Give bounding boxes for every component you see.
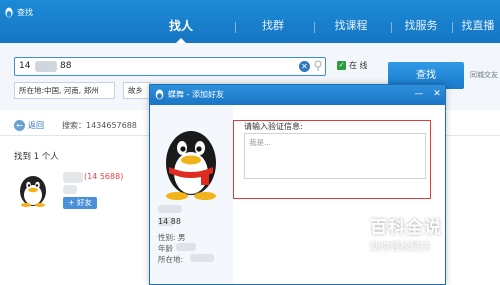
keyword-suffix: 88: [60, 61, 72, 71]
location-value: 所在地:中国, 河南, 郑州: [19, 86, 99, 95]
keyword-blur: [35, 61, 57, 72]
verify-message-value: 我是...: [249, 138, 272, 147]
back-label: 返回: [28, 121, 44, 130]
dialog-nickname-blur: [158, 205, 182, 213]
add-friend-button[interactable]: + 好友: [63, 197, 97, 209]
find-button-label: 查找: [416, 70, 436, 81]
penguin-avatar: [166, 131, 216, 200]
same-city-link[interactable]: 同城交友: [470, 70, 498, 80]
same-city-label: 同城交友: [470, 71, 498, 79]
location-info: 所在地:: [158, 255, 184, 264]
tab-divider: [452, 22, 453, 33]
result-count: 找到 1 个人: [14, 152, 59, 162]
profile-panel: 14 88 性别: 男 年龄 所在地:: [150, 105, 233, 284]
dialog-account: 14 88: [158, 217, 181, 226]
result-nickname-blur: [63, 172, 83, 183]
back-button[interactable]: ← 返回: [14, 120, 44, 131]
age-info: 年龄: [158, 244, 173, 253]
watermark-title: 百科全说: [370, 218, 442, 238]
age-blur: [176, 243, 196, 251]
tab-label: 找服务: [404, 19, 438, 32]
tab-find-people[interactable]: 找人: [163, 14, 199, 43]
online-checkbox[interactable]: ✓ 在 线: [337, 60, 368, 71]
dialog-title: 蝶舞 - 添加好友: [168, 90, 224, 99]
tab-label: 找直播: [461, 19, 495, 32]
tab-label: 找群: [262, 19, 284, 32]
qq-penguin-icon: [155, 89, 164, 100]
location-blur: [190, 254, 214, 262]
hometown-value: 故乡: [128, 86, 143, 95]
verify-section: 请输入验证信息: 我是...: [233, 120, 431, 199]
tab-find-groups[interactable]: 找群: [257, 14, 289, 43]
tab-find-courses[interactable]: 找课程: [329, 14, 373, 43]
verify-label: 请输入验证信息:: [244, 122, 303, 131]
penguin-avatar[interactable]: [14, 170, 52, 208]
tab-label: 找人: [168, 19, 193, 33]
tab-divider: [235, 22, 236, 33]
tab-divider: [314, 22, 315, 33]
add-friend-dialog: 蝶舞 - 添加好友 — ✕ 14 88 性别: 男 年龄 所在地: 请输入验证信…: [149, 84, 446, 285]
tab-find-services[interactable]: 找服务: [399, 14, 443, 43]
tab-label: 找课程: [334, 19, 368, 32]
result-account: (14 5688): [84, 172, 124, 181]
online-label: 在 线: [349, 61, 368, 70]
result-info-blur: [63, 185, 77, 194]
location-select[interactable]: 所在地:中国, 河南, 郑州: [14, 82, 115, 99]
app-title-label: 查找: [17, 7, 33, 17]
gender-info: 性别: 男: [158, 233, 186, 242]
check-icon: ✓: [337, 61, 346, 70]
app-title: 查找: [4, 4, 33, 20]
minimize-button[interactable]: —: [412, 87, 426, 102]
dialog-titlebar[interactable]: 蝶舞 - 添加好友 — ✕: [150, 85, 445, 105]
tab-divider: [391, 22, 392, 33]
watermark-subtitle: 助你轻松解决: [370, 242, 430, 253]
clear-icon[interactable]: ✕: [299, 61, 310, 72]
location-pin-icon[interactable]: [313, 60, 323, 72]
qq-penguin-icon: [5, 7, 13, 17]
keyword-prefix: 14: [19, 61, 31, 71]
keyword-input[interactable]: 14 88 ✕: [14, 57, 326, 76]
tab-find-live[interactable]: 找直播: [456, 14, 500, 43]
hometown-select[interactable]: 故乡: [123, 82, 151, 99]
close-button[interactable]: ✕: [430, 87, 444, 102]
top-bar: 查找 找人 找群 找课程 找服务 找直播: [0, 0, 500, 43]
back-arrow-icon: ←: [14, 120, 25, 131]
verify-message-input[interactable]: 我是...: [244, 133, 426, 179]
search-query-text: 搜索：1434657688: [62, 121, 137, 130]
add-friend-label: + 好友: [68, 198, 92, 207]
